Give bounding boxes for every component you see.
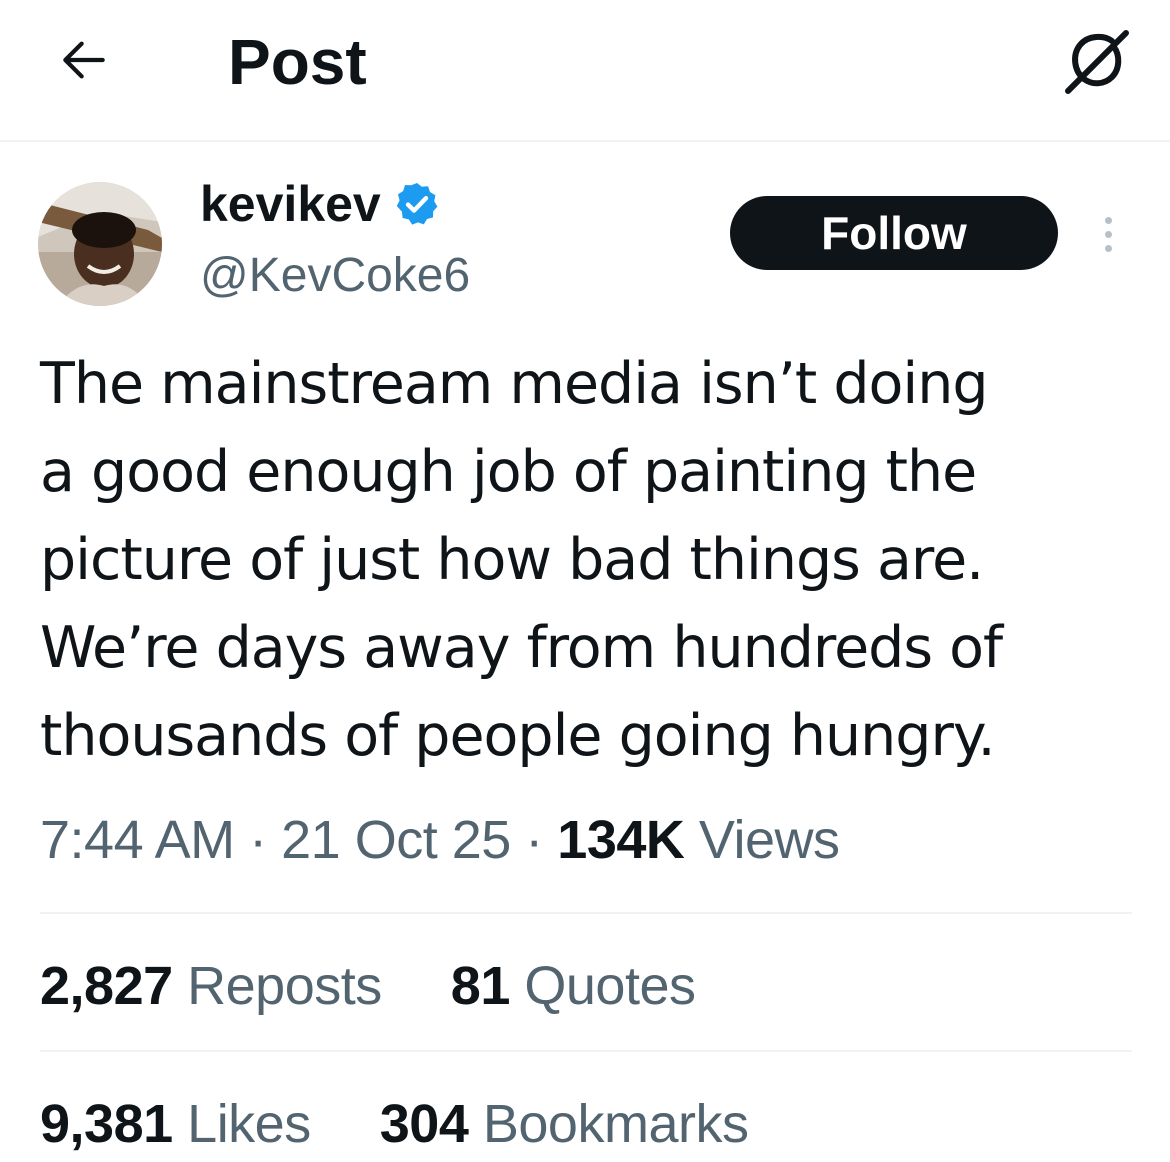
profile-photo [38,182,162,306]
grok-icon [1065,30,1129,94]
meta-separator: · [249,810,267,870]
page-title: Post [228,26,367,98]
post-text: The mainstream media isn’t doing a good … [40,351,1003,769]
top-bar: Post [0,0,1170,142]
quotes-label: Quotes [524,956,696,1016]
bookmarks-count: 304 [379,1094,469,1154]
reposts-stat[interactable]: 2,827 Reposts [40,956,396,1016]
user-handle[interactable]: @KevCoke6 [200,246,470,306]
follow-button[interactable]: Follow [730,196,1058,270]
post-meta: 7:44 AM · 21 Oct 25 · 134K Views [40,808,840,872]
more-options-button[interactable] [1088,204,1128,264]
quotes-stat[interactable]: 81 Quotes [436,956,696,1016]
bookmarks-label: Bookmarks [482,1094,749,1154]
arrow-left-icon [63,41,105,79]
meta-separator: · [525,810,543,870]
display-name[interactable]: kevikev [200,174,441,234]
verified-badge-icon[interactable] [393,180,441,228]
more-dot-icon [1104,244,1112,252]
post-time[interactable]: 7:44 AM [40,810,235,870]
back-button[interactable] [52,28,116,92]
stats-row-reposts-quotes: 2,827 Reposts 81 Quotes [40,954,696,1018]
views-label[interactable]: Views [699,810,840,870]
views-count[interactable]: 134K [557,810,685,870]
bookmarks-stat[interactable]: 304 Bookmarks [365,1094,749,1154]
grok-button[interactable] [1056,24,1140,100]
more-dot-icon [1104,230,1112,238]
likes-count: 9,381 [40,1094,173,1154]
likes-stat[interactable]: 9,381 Likes [40,1094,325,1154]
more-dot-icon [1104,216,1112,224]
reposts-label: Reposts [187,956,382,1016]
reposts-count: 2,827 [40,956,173,1016]
avatar[interactable] [38,182,162,306]
divider [40,1050,1132,1052]
quotes-count: 81 [450,956,511,1016]
display-name-text: kevikev [200,176,381,232]
stats-row-likes-bookmarks: 9,381 Likes 304 Bookmarks [40,1092,749,1156]
likes-label: Likes [187,1094,311,1154]
divider [40,912,1132,914]
post-date[interactable]: 21 Oct 25 [281,810,511,870]
